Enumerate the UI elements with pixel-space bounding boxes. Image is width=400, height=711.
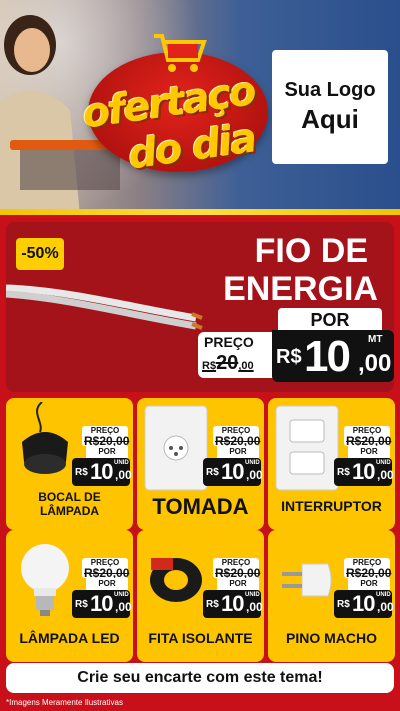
new-price-tag: R$ 10,00 UNID [334, 590, 394, 618]
product-name: FITA ISOLANTE [148, 630, 253, 646]
header-stripe [0, 209, 400, 215]
electric-cable-image [6, 284, 203, 330]
product-name: TOMADA [152, 494, 249, 519]
new-price-tag: R$ 10,00 UNID [203, 458, 263, 486]
old-price-tag: PREÇO R$20,00 [344, 426, 392, 448]
product-name: PINO MACHO [286, 630, 377, 646]
price-integer: 10 [304, 332, 351, 381]
logo-text-line2: Aqui [301, 104, 359, 134]
product-name: LÂMPADA LED [19, 630, 120, 646]
por-label: POR [348, 446, 390, 458]
old-price-tag: PREÇO R$20,00 [344, 558, 392, 580]
wall-outlet-image [144, 405, 208, 491]
electrical-tape-image [150, 558, 202, 602]
por-label: POR [217, 578, 259, 590]
old-price-tag: PREÇO R$20,00 [82, 558, 130, 580]
product-card: PREÇO R$20,00 POR R$ 10,00 UNID INTERRUPTOR [268, 398, 395, 530]
led-bulb-image [21, 544, 69, 616]
logo-placeholder: Sua Logo Aqui [272, 50, 388, 164]
shopping-cart-icon [154, 34, 207, 72]
product-card: PREÇO R$20,00 POR R$ 10,00 UNID FITA ISOLAN… [137, 530, 264, 662]
product-card: PREÇO R$20,00 POR R$ 10,00 UNID TOMADA [137, 398, 264, 530]
new-price-tag: R$ 10,00 UNID [203, 590, 263, 618]
currency: R$ [276, 346, 302, 368]
new-price-tag: R$ 10,00 UNID [72, 590, 132, 618]
old-price-tag: PREÇO R$20,00 [82, 426, 130, 448]
old-price: R$20,00 [202, 352, 254, 374]
por-label: POR [278, 308, 382, 332]
product-card: PREÇO R$20,00 POR R$ 10,00 UNID BOCAL DE LÂ… [6, 398, 133, 530]
light-switch-image [275, 405, 339, 491]
product-name: INTERRUPTOR [281, 498, 382, 514]
new-price-tag: R$ 10 ,00 MT [272, 330, 394, 382]
lamp-socket-image [22, 402, 68, 474]
price-unit: MT [368, 334, 383, 345]
product-card: PREÇO R$20,00 POR R$ 10,00 UNID LÂMPADA LED [6, 530, 133, 662]
old-price-tag: PREÇO R$20,00 [213, 558, 261, 580]
por-label: POR [217, 446, 259, 458]
preco-label: PREÇO [204, 334, 254, 350]
por-label: POR [86, 578, 128, 590]
header-banner: ofertaço do dia Sua Logo Aqui [0, 0, 400, 215]
por-label: POR [348, 578, 390, 590]
disclaimer: *Imagens Meramente Ilustrativas [6, 698, 123, 707]
discount-badge: -50% [16, 238, 64, 270]
featured-title-line1: FIO DE [254, 232, 368, 270]
product-card: PREÇO R$20,00 POR R$ 10,00 UNID PINO MACHO [268, 530, 395, 662]
price-decimal: ,00 [358, 350, 392, 377]
new-price-tag: R$ 10,00 UNID [334, 458, 394, 486]
product-name: BOCAL DE LÂMPADA [38, 490, 101, 518]
new-price-tag: R$ 10,00 UNID [72, 458, 132, 486]
old-price-tag: PREÇO R$20,00 [213, 426, 261, 448]
por-label: POR [86, 446, 128, 458]
male-plug-image [282, 563, 332, 597]
old-price-tag: PREÇO R$20,00 [198, 332, 274, 378]
cta-banner[interactable]: Crie seu encarte com este tema! [6, 663, 394, 693]
featured-title-line2: ENERGIA [223, 270, 378, 308]
logo-text-line1: Sua Logo [284, 79, 376, 101]
